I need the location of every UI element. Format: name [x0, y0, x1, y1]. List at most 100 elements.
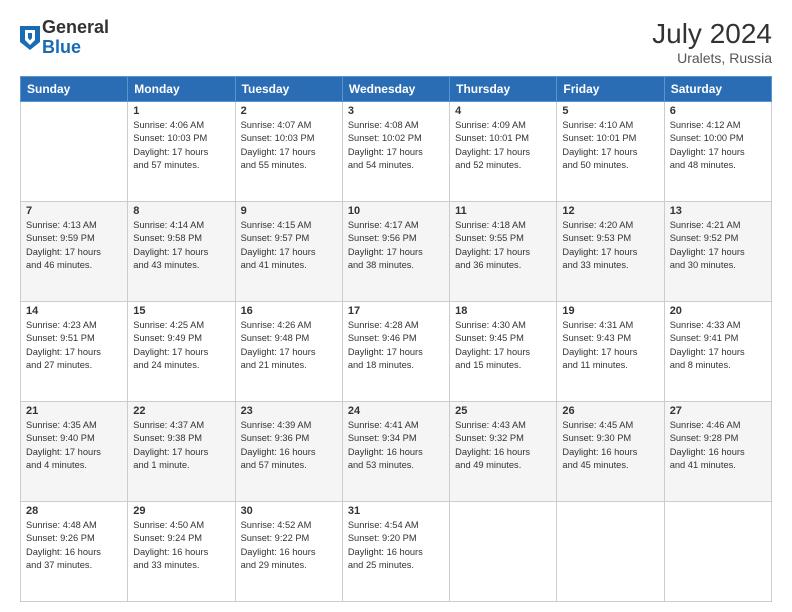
day-number: 3: [348, 105, 444, 117]
table-row: 7 Sunrise: 4:13 AMSunset: 9:59 PMDaylight…: [21, 202, 128, 302]
day-number: 11: [455, 205, 551, 217]
table-row: 27Sunrise: 4:46 AMSunset: 9:28 PMDayligh…: [664, 402, 771, 502]
table-row: 28 Sunrise: 4:48 AMSunset: 9:26 PMDayligh…: [21, 502, 128, 602]
day-info: Sunrise: 4:26 AMSunset: 9:48 PMDaylight:…: [241, 319, 337, 373]
table-row: 1Sunrise: 4:06 AMSunset: 10:03 PMDayligh…: [128, 102, 235, 202]
day-info: Sunrise: 4:07 AMSunset: 10:03 PMDaylight…: [241, 119, 337, 173]
day-info: Sunrise: 4:20 AMSunset: 9:53 PMDaylight:…: [562, 219, 658, 273]
table-row: 4Sunrise: 4:09 AMSunset: 10:01 PMDayligh…: [450, 102, 557, 202]
day-number: 5: [562, 105, 658, 117]
calendar-week-row: 7 Sunrise: 4:13 AMSunset: 9:59 PMDaylight…: [21, 202, 772, 302]
page: General Blue July 2024 Uralets, Russia S…: [0, 0, 792, 612]
table-row: 15 Sunrise: 4:25 AMSunset: 9:49 PMDayligh…: [128, 302, 235, 402]
header: General Blue July 2024 Uralets, Russia: [20, 18, 772, 66]
table-row: 23Sunrise: 4:39 AMSunset: 9:36 PMDayligh…: [235, 402, 342, 502]
table-row: 10 Sunrise: 4:17 AMSunset: 9:56 PMDayligh…: [342, 202, 449, 302]
calendar-week-row: 28 Sunrise: 4:48 AMSunset: 9:26 PMDayligh…: [21, 502, 772, 602]
day-number: 13: [670, 205, 766, 217]
col-saturday: Saturday: [664, 77, 771, 102]
table-row: 16 Sunrise: 4:26 AMSunset: 9:48 PMDayligh…: [235, 302, 342, 402]
day-info: Sunrise: 4:48 AMSunset: 9:26 PMDaylight:…: [26, 519, 122, 573]
table-row: 12Sunrise: 4:20 AMSunset: 9:53 PMDayligh…: [557, 202, 664, 302]
day-info: Sunrise: 4:08 AMSunset: 10:02 PMDaylight…: [348, 119, 444, 173]
month-year: July 2024: [652, 18, 772, 50]
table-row: 29 Sunrise: 4:50 AMSunset: 9:24 PMDayligh…: [128, 502, 235, 602]
day-number: 22: [133, 405, 229, 417]
day-number: 31: [348, 505, 444, 517]
logo-text: General Blue: [42, 18, 109, 58]
col-tuesday: Tuesday: [235, 77, 342, 102]
day-number: 19: [562, 305, 658, 317]
day-info: Sunrise: 4:30 AMSunset: 9:45 PMDaylight:…: [455, 319, 551, 373]
day-number: 28: [26, 505, 122, 517]
table-row: 19 Sunrise: 4:31 AMSunset: 9:43 PMDayligh…: [557, 302, 664, 402]
day-info: Sunrise: 4:52 AMSunset: 9:22 PMDaylight:…: [241, 519, 337, 573]
day-number: 26: [562, 405, 658, 417]
day-number: 29: [133, 505, 229, 517]
table-row: 13 Sunrise: 4:21 AMSunset: 9:52 PMDayligh…: [664, 202, 771, 302]
location: Uralets, Russia: [652, 50, 772, 66]
day-number: 7: [26, 205, 122, 217]
table-row: [21, 102, 128, 202]
day-info: Sunrise: 4:17 AMSunset: 9:56 PMDaylight:…: [348, 219, 444, 273]
col-wednesday: Wednesday: [342, 77, 449, 102]
day-info: Sunrise: 4:43 AMSunset: 9:32 PMDaylight:…: [455, 419, 551, 473]
day-info: Sunrise: 4:13 AMSunset: 9:59 PMDaylight:…: [26, 219, 122, 273]
day-number: 21: [26, 405, 122, 417]
table-row: 24 Sunrise: 4:41 AMSunset: 9:34 PMDayligh…: [342, 402, 449, 502]
table-row: 18Sunrise: 4:30 AMSunset: 9:45 PMDayligh…: [450, 302, 557, 402]
day-number: 24: [348, 405, 444, 417]
day-number: 1: [133, 105, 229, 117]
calendar-week-row: 1Sunrise: 4:06 AMSunset: 10:03 PMDayligh…: [21, 102, 772, 202]
day-number: 20: [670, 305, 766, 317]
day-info: Sunrise: 4:45 AMSunset: 9:30 PMDaylight:…: [562, 419, 658, 473]
day-info: Sunrise: 4:15 AMSunset: 9:57 PMDaylight:…: [241, 219, 337, 273]
day-info: Sunrise: 4:23 AMSunset: 9:51 PMDaylight:…: [26, 319, 122, 373]
table-row: 17Sunrise: 4:28 AMSunset: 9:46 PMDayligh…: [342, 302, 449, 402]
calendar-week-row: 14Sunrise: 4:23 AMSunset: 9:51 PMDayligh…: [21, 302, 772, 402]
day-info: Sunrise: 4:37 AMSunset: 9:38 PMDaylight:…: [133, 419, 229, 473]
day-info: Sunrise: 4:12 AMSunset: 10:00 PMDaylight…: [670, 119, 766, 173]
day-info: Sunrise: 4:46 AMSunset: 9:28 PMDaylight:…: [670, 419, 766, 473]
day-info: Sunrise: 4:35 AMSunset: 9:40 PMDaylight:…: [26, 419, 122, 473]
day-info: Sunrise: 4:33 AMSunset: 9:41 PMDaylight:…: [670, 319, 766, 373]
day-number: 16: [241, 305, 337, 317]
table-row: [664, 502, 771, 602]
day-info: Sunrise: 4:41 AMSunset: 9:34 PMDaylight:…: [348, 419, 444, 473]
day-info: Sunrise: 4:31 AMSunset: 9:43 PMDaylight:…: [562, 319, 658, 373]
day-info: Sunrise: 4:28 AMSunset: 9:46 PMDaylight:…: [348, 319, 444, 373]
logo-icon: [20, 26, 40, 50]
day-number: 10: [348, 205, 444, 217]
day-info: Sunrise: 4:09 AMSunset: 10:01 PMDaylight…: [455, 119, 551, 173]
table-row: [557, 502, 664, 602]
day-info: Sunrise: 4:25 AMSunset: 9:49 PMDaylight:…: [133, 319, 229, 373]
table-row: 25 Sunrise: 4:43 AMSunset: 9:32 PMDayligh…: [450, 402, 557, 502]
day-info: Sunrise: 4:50 AMSunset: 9:24 PMDaylight:…: [133, 519, 229, 573]
table-row: 5 Sunrise: 4:10 AMSunset: 10:01 PMDayligh…: [557, 102, 664, 202]
table-row: 3 Sunrise: 4:08 AMSunset: 10:02 PMDayligh…: [342, 102, 449, 202]
day-number: 15: [133, 305, 229, 317]
calendar-header-row: Sunday Monday Tuesday Wednesday Thursday…: [21, 77, 772, 102]
day-number: 9: [241, 205, 337, 217]
table-row: 31Sunrise: 4:54 AMSunset: 9:20 PMDayligh…: [342, 502, 449, 602]
logo-general-text: General: [42, 18, 109, 38]
day-number: 25: [455, 405, 551, 417]
day-info: Sunrise: 4:21 AMSunset: 9:52 PMDaylight:…: [670, 219, 766, 273]
table-row: [450, 502, 557, 602]
calendar-table: Sunday Monday Tuesday Wednesday Thursday…: [20, 76, 772, 602]
col-thursday: Thursday: [450, 77, 557, 102]
table-row: 11 Sunrise: 4:18 AMSunset: 9:55 PMDayligh…: [450, 202, 557, 302]
table-row: 21 Sunrise: 4:35 AMSunset: 9:40 PMDayligh…: [21, 402, 128, 502]
day-info: Sunrise: 4:18 AMSunset: 9:55 PMDaylight:…: [455, 219, 551, 273]
title-block: July 2024 Uralets, Russia: [652, 18, 772, 66]
day-number: 30: [241, 505, 337, 517]
table-row: 20 Sunrise: 4:33 AMSunset: 9:41 PMDayligh…: [664, 302, 771, 402]
col-friday: Friday: [557, 77, 664, 102]
day-number: 2: [241, 105, 337, 117]
day-info: Sunrise: 4:14 AMSunset: 9:58 PMDaylight:…: [133, 219, 229, 273]
day-info: Sunrise: 4:39 AMSunset: 9:36 PMDaylight:…: [241, 419, 337, 473]
table-row: 9 Sunrise: 4:15 AMSunset: 9:57 PMDaylight…: [235, 202, 342, 302]
day-number: 6: [670, 105, 766, 117]
calendar-week-row: 21 Sunrise: 4:35 AMSunset: 9:40 PMDayligh…: [21, 402, 772, 502]
day-info: Sunrise: 4:10 AMSunset: 10:01 PMDaylight…: [562, 119, 658, 173]
